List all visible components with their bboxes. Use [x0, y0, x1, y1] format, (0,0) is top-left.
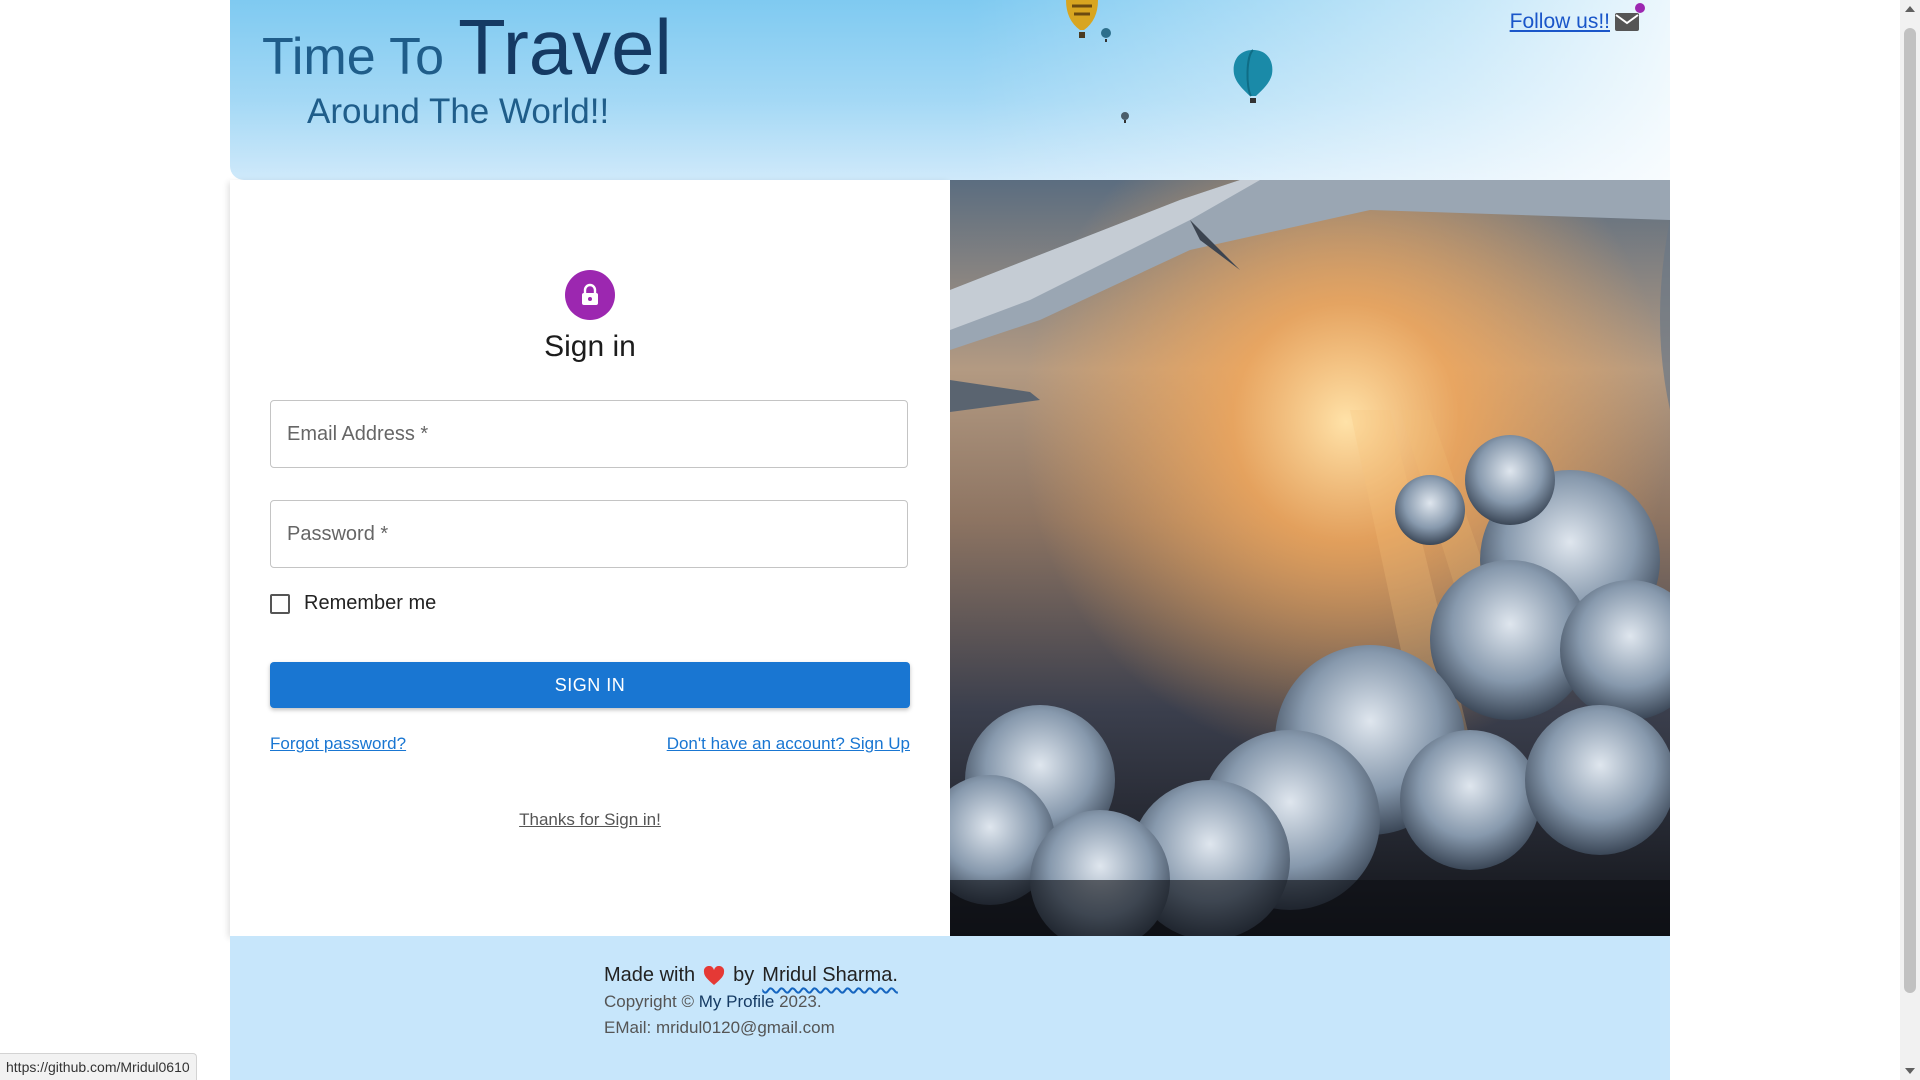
- footer-credit: Made with by Mridul Sharma.: [604, 964, 898, 987]
- copyright-prefix: Copyright ©: [604, 992, 695, 1011]
- mail-icon: [1615, 13, 1639, 31]
- footer: Made with by Mridul Sharma. Copyright © …: [230, 936, 1670, 1080]
- scroll-up-icon[interactable]: [1905, 6, 1915, 12]
- page-frame: Time To Travel Around The World!! Follow …: [230, 0, 1670, 1080]
- signup-link[interactable]: Don't have an account? Sign Up: [667, 734, 910, 754]
- profile-link[interactable]: My Profile: [699, 992, 775, 1011]
- email-field[interactable]: Email Address *: [270, 400, 908, 468]
- thanks-link[interactable]: Thanks for Sign in!: [519, 810, 661, 829]
- remember-checkbox[interactable]: [270, 593, 290, 614]
- follow-us-link[interactable]: Follow us!!: [1510, 10, 1610, 34]
- lock-icon: [582, 283, 598, 305]
- hot-air-balloon-image: [1233, 49, 1273, 103]
- brand-subtitle: Around The World!!: [307, 92, 610, 131]
- forgot-password-link[interactable]: Forgot password?: [270, 734, 406, 754]
- signin-title: Sign in: [544, 330, 636, 363]
- copyright: Copyright © My Profile 2023.: [604, 992, 822, 1012]
- notification-badge: [1635, 3, 1645, 13]
- signin-card: Sign in Email Address * Password * Remem…: [230, 180, 1670, 936]
- signin-form: Sign in Email Address * Password * Remem…: [230, 180, 950, 936]
- heart-icon: [704, 965, 725, 985]
- mail-button[interactable]: [1614, 3, 1645, 33]
- vertical-scrollbar[interactable]: [1900, 0, 1920, 1080]
- airplane-clouds-image: [950, 180, 1670, 936]
- remember-me: Remember me: [270, 592, 436, 615]
- scrollbar-thumb[interactable]: [1904, 28, 1916, 993]
- made-with-text: Made with: [604, 964, 696, 986]
- hot-air-balloon-image: [1066, 0, 1098, 38]
- password-field[interactable]: Password *: [270, 500, 908, 568]
- author-name: Mridul Sharma.: [762, 964, 898, 986]
- by-text: by: [733, 964, 755, 986]
- copyright-year: 2023.: [779, 992, 822, 1011]
- brand-title-main: Travel: [458, 3, 672, 91]
- header-banner: Time To Travel Around The World!! Follow …: [230, 0, 1670, 180]
- follow-us: Follow us!!: [1510, 3, 1645, 34]
- brand-title: Time To Travel: [262, 2, 672, 93]
- contact-email: EMail: mridul0120@gmail.com: [604, 1018, 835, 1037]
- brand-title-prefix: Time To: [262, 28, 445, 86]
- password-placeholder: Password *: [287, 522, 389, 545]
- email-placeholder: Email Address *: [287, 422, 429, 445]
- scroll-down-icon[interactable]: [1905, 1068, 1915, 1074]
- hot-air-balloon-image: [1121, 112, 1129, 123]
- remember-label: Remember me: [304, 592, 437, 614]
- status-bar-url: https://github.com/Mridul0610: [0, 1053, 197, 1080]
- signin-button[interactable]: SIGN IN: [270, 662, 910, 708]
- lock-avatar: [565, 270, 615, 320]
- hot-air-balloon-image: [1101, 28, 1111, 42]
